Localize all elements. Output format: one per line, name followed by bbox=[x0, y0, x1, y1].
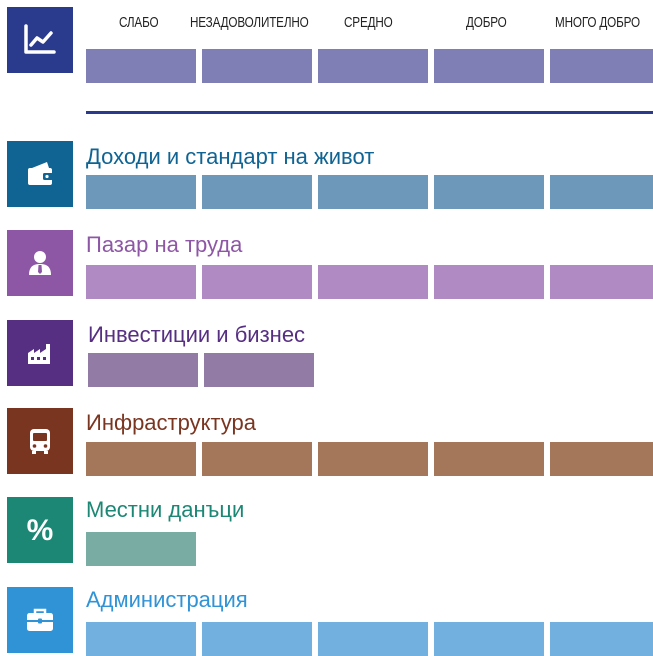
rating-bar-segment bbox=[550, 622, 653, 656]
row-title: Местни данъци bbox=[86, 497, 245, 522]
rating-bar-segment bbox=[434, 442, 544, 476]
rating-bar-segment bbox=[204, 353, 314, 387]
row-title: Администрация bbox=[86, 587, 248, 612]
row-title: Пазар на труда bbox=[86, 232, 243, 257]
divider bbox=[86, 111, 653, 114]
row-title: Инфраструктура bbox=[86, 410, 257, 435]
rating-bar-segment bbox=[550, 265, 653, 299]
rating-bar-segment bbox=[202, 442, 312, 476]
scale-label-4: ДОБРО bbox=[466, 14, 507, 31]
rating-bar-segment bbox=[434, 622, 544, 656]
svg-text:%: % bbox=[27, 514, 54, 547]
rating-bar-segment bbox=[318, 622, 428, 656]
rating-bar-segment bbox=[86, 442, 196, 476]
row-title: Инвестиции и бизнес bbox=[88, 322, 306, 347]
rating-bar-segment bbox=[86, 532, 196, 566]
wallet-icon bbox=[7, 141, 73, 207]
briefcase-icon bbox=[7, 587, 73, 653]
line-chart-icon bbox=[7, 7, 73, 73]
bus-icon bbox=[7, 408, 73, 474]
rating-bar-segment bbox=[86, 622, 196, 656]
rating-bar-segment bbox=[550, 442, 653, 476]
factory-icon bbox=[7, 320, 73, 386]
scale-label-2: НЕЗАДОВОЛИТЕЛНО bbox=[190, 14, 309, 31]
rating-bar-segment bbox=[434, 265, 544, 299]
rating-bar-segment bbox=[86, 175, 196, 209]
rating-bar-segment bbox=[202, 265, 312, 299]
person-icon bbox=[7, 230, 73, 296]
header-scale-bar bbox=[202, 49, 312, 83]
rating-bar-segment bbox=[86, 265, 196, 299]
rating-bar-segment bbox=[318, 265, 428, 299]
header-scale-bar bbox=[550, 49, 653, 83]
scale-label-5: МНОГО ДОБРО bbox=[555, 14, 640, 31]
header-scale-bar bbox=[86, 49, 196, 83]
rating-bar-segment bbox=[318, 175, 428, 209]
row-title: Доходи и стандарт на живот bbox=[86, 144, 375, 169]
rating-bar-segment bbox=[318, 442, 428, 476]
rating-bar-segment bbox=[202, 175, 312, 209]
rating-bar-segment bbox=[202, 622, 312, 656]
scale-label-3: СРЕДНО bbox=[344, 14, 393, 31]
rating-bar-segment bbox=[550, 175, 653, 209]
rating-bar-segment bbox=[88, 353, 198, 387]
header-scale-bar bbox=[434, 49, 544, 83]
percent-icon: % bbox=[7, 497, 73, 563]
rating-bar-segment bbox=[434, 175, 544, 209]
scale-label-1: СЛАБО bbox=[119, 14, 159, 31]
header-scale-bar bbox=[318, 49, 428, 83]
